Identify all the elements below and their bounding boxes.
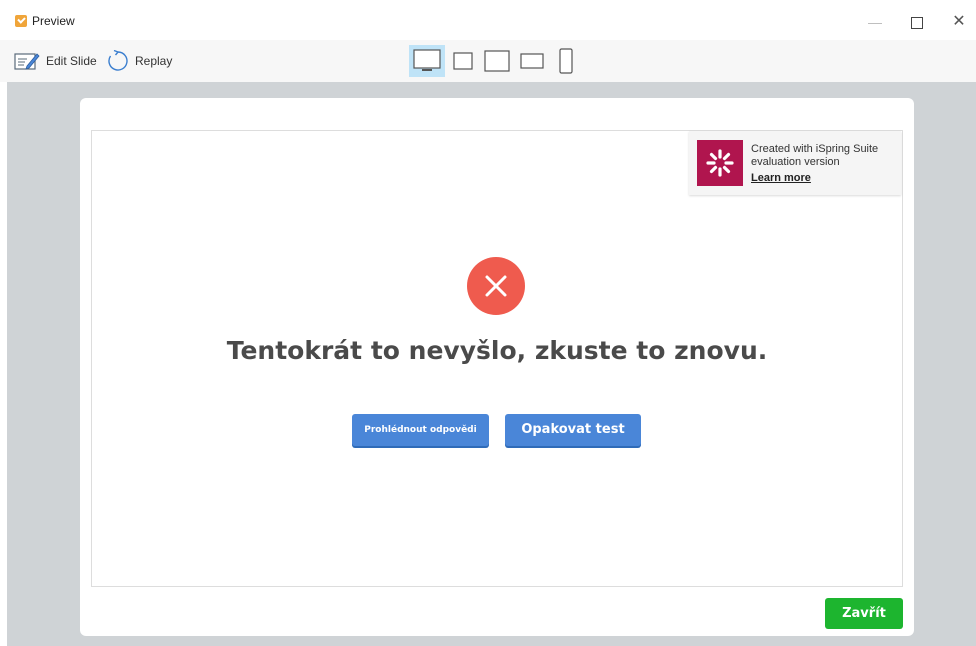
app-icon [15,15,27,27]
learn-more-link[interactable]: Learn more [751,172,811,184]
edit-slide-label: Edit Slide [46,54,97,68]
retry-test-button[interactable]: Opakovat test [505,414,641,446]
tablet-wide-icon [520,53,544,69]
tablet-portrait-icon [453,52,473,70]
error-x-icon [467,257,525,315]
phone-view-button[interactable] [555,45,577,77]
tablet-landscape-icon [484,50,510,72]
window-titlebar: Preview — ✕ [0,0,976,40]
badge-line-2: evaluation version [751,156,840,168]
replay-label: Replay [135,54,173,68]
tablet-portrait-view-button[interactable] [449,45,477,77]
minimize-button[interactable]: — [860,8,890,36]
desktop-view-button[interactable] [409,45,445,77]
desktop-icon [413,49,441,71]
close-button[interactable]: Zavřít [825,598,903,629]
ispring-evaluation-badge: Created with iSpring Suite evaluation ve… [689,131,901,195]
ispring-logo-icon [697,140,743,186]
close-window-button[interactable]: ✕ [944,8,974,36]
window-title: Preview [32,14,75,28]
tablet-landscape-view-button[interactable] [481,45,513,77]
result-message: Tentokrát to nevyšlo, zkuste to znovu. [226,336,768,365]
replay-icon [108,50,128,71]
review-answers-button[interactable]: Prohlédnout odpovědi [352,414,489,446]
edit-slide-button[interactable]: Edit Slide [14,48,97,74]
maximize-icon [911,17,923,30]
badge-line-1: Created with iSpring Suite [751,143,879,155]
maximize-button[interactable] [902,8,932,36]
replay-button[interactable]: Replay [107,48,172,74]
phone-icon [559,48,573,74]
badge-text: Created with iSpring Suite evaluation ve… [751,143,878,169]
tablet-wide-view-button[interactable] [515,45,549,77]
edit-slide-icon [14,53,40,70]
toolbar: Edit Slide Replay [0,40,976,82]
